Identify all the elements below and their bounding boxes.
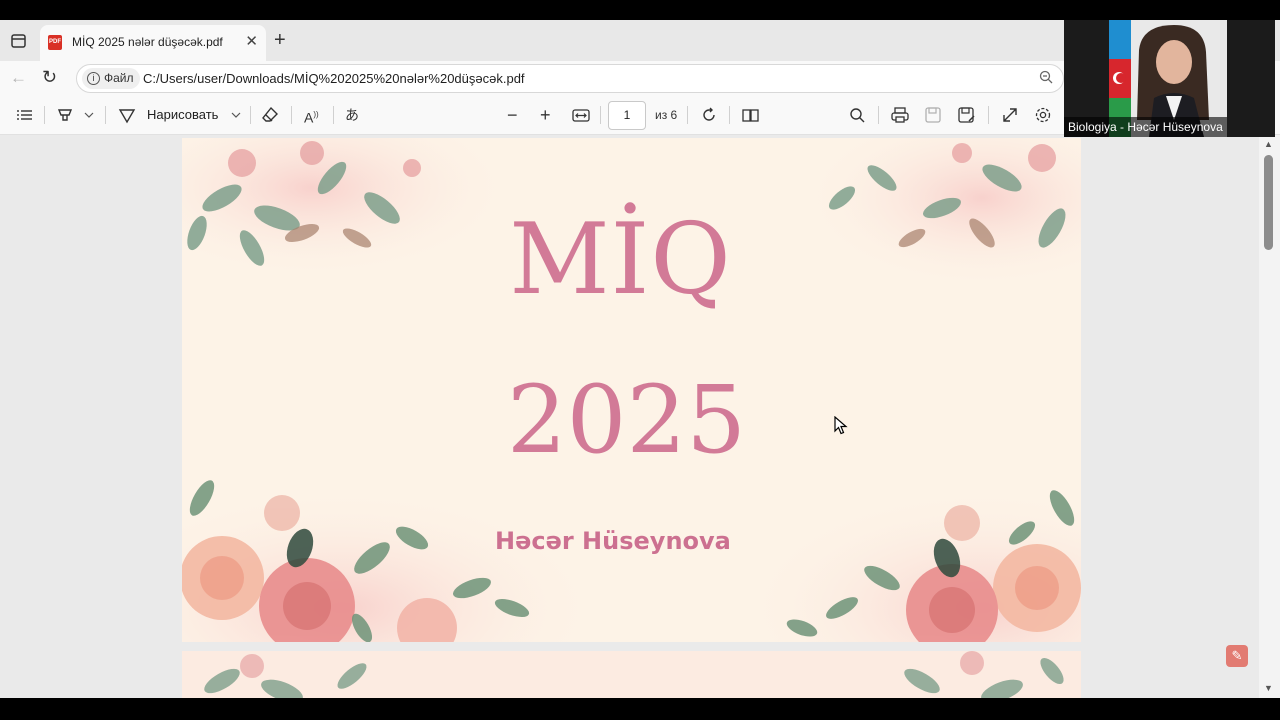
- tab-actions-icon[interactable]: [8, 31, 30, 51]
- scroll-down-icon[interactable]: ▼: [1264, 683, 1273, 693]
- site-info-label: Файл: [104, 71, 134, 85]
- plus-icon[interactable]: +: [540, 105, 551, 125]
- toolbar-divider: [333, 106, 334, 124]
- settings-icon[interactable]: [1034, 105, 1052, 125]
- fit-width-icon[interactable]: [572, 105, 590, 125]
- eraser-icon[interactable]: [261, 105, 279, 125]
- toolbar-divider: [250, 106, 251, 124]
- chevron-down-icon[interactable]: [84, 105, 94, 125]
- info-icon: i: [87, 72, 100, 85]
- contents-icon[interactable]: [16, 105, 34, 125]
- address-bar[interactable]: i Файл C:/Users/user/Downloads/MİQ%20202…: [76, 64, 1064, 93]
- save-as-icon[interactable]: [958, 105, 976, 125]
- scroll-up-icon[interactable]: ▲: [1264, 139, 1273, 149]
- draw-button[interactable]: Нарисовать: [147, 107, 218, 122]
- print-icon[interactable]: [891, 105, 909, 125]
- webcam-overlay: Biologiya - Həcər Hüseynova: [1064, 20, 1227, 137]
- save-icon[interactable]: [925, 105, 941, 125]
- highlight-icon[interactable]: [56, 105, 74, 125]
- page-count: из 6: [655, 108, 678, 122]
- draw-icon[interactable]: [118, 105, 136, 125]
- pdf-page-1: MİQ 2025 Həcər Hüseynova: [182, 138, 1081, 642]
- pdf-page-2: [182, 651, 1081, 698]
- document-title: MİQ: [509, 203, 732, 317]
- toolbar-divider: [878, 106, 879, 124]
- toolbar-divider: [600, 106, 601, 124]
- reload-icon[interactable]: ↻: [42, 67, 57, 88]
- page-number-input[interactable]: 1: [608, 101, 646, 130]
- acrobat-icon[interactable]: ✎: [1226, 645, 1248, 667]
- minus-icon[interactable]: −: [507, 105, 518, 125]
- toolbar-divider: [988, 106, 989, 124]
- pdf-viewer[interactable]: MİQ 2025 Həcər Hüseynova ▲ ▼ ✎: [0, 135, 1280, 698]
- document-author: Həcər Hüseynova: [495, 527, 731, 555]
- pdf-file-icon: PDF: [48, 35, 62, 50]
- url-text[interactable]: C:/Users/user/Downloads/MİQ%202025%20nəl…: [143, 71, 525, 86]
- vertical-scrollbar[interactable]: ▲ ▼: [1259, 135, 1280, 698]
- toolbar-divider: [729, 106, 730, 124]
- zoom-out-icon[interactable]: [1039, 70, 1053, 84]
- scrollbar-thumb[interactable]: [1264, 155, 1273, 250]
- webcam-frame-edge: [1227, 20, 1275, 137]
- toolbar-divider: [687, 106, 688, 124]
- toolbar-divider: [44, 106, 45, 124]
- toolbar-divider: [291, 106, 292, 124]
- fullscreen-icon[interactable]: [1001, 105, 1019, 125]
- read-aloud-icon[interactable]: A)): [304, 105, 319, 128]
- chevron-down-icon[interactable]: [231, 105, 241, 125]
- site-info-button[interactable]: i Файл: [82, 68, 140, 89]
- search-icon[interactable]: [849, 105, 865, 125]
- tab-pdf[interactable]: PDF MİQ 2025 nələr düşəcək.pdf ✕: [40, 25, 266, 61]
- floral-decoration-image: [204, 651, 1064, 698]
- screen: PDF MİQ 2025 nələr düşəcək.pdf ✕ + ← ↻ i…: [0, 0, 1280, 720]
- cursor-icon: [834, 416, 848, 435]
- tab-title: MİQ 2025 nələr düşəcək.pdf: [72, 35, 223, 49]
- rotate-icon[interactable]: [700, 105, 718, 125]
- translate-icon[interactable]: あ: [345, 105, 359, 125]
- tab-close-button[interactable]: ✕: [245, 34, 258, 50]
- toolbar-divider: [105, 106, 106, 124]
- page-view-icon[interactable]: [742, 105, 760, 125]
- webcam-caption: Biologiya - Həcər Hüseynova: [1064, 117, 1227, 137]
- document-year: 2025: [506, 366, 747, 475]
- new-tab-button[interactable]: +: [274, 30, 286, 50]
- back-arrow-icon[interactable]: ←: [10, 68, 27, 88]
